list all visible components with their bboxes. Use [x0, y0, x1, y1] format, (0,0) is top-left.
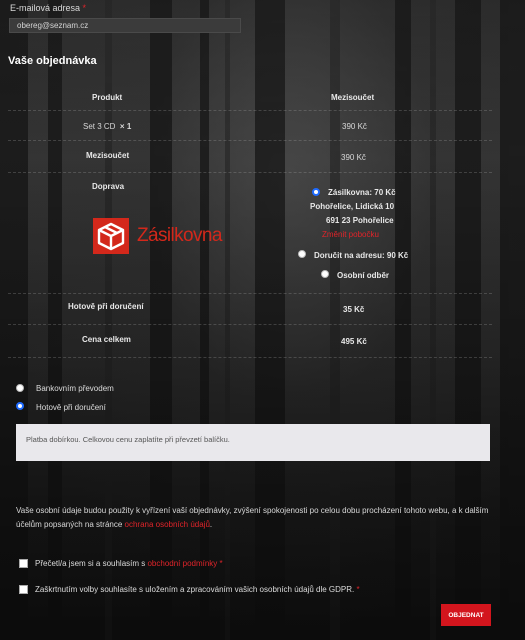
table-divider: [8, 110, 492, 111]
zasilkovna-logo-text: Zásilkovna: [137, 225, 222, 246]
privacy-policy-link[interactable]: ochrana osobních údajů: [125, 520, 210, 529]
payment-option-radio[interactable]: [16, 384, 24, 392]
table-divider: [8, 357, 492, 358]
table-divider: [8, 172, 492, 173]
shipping-option-radio[interactable]: [298, 250, 306, 258]
change-branch-link[interactable]: Změnit pobočku: [322, 230, 379, 239]
shipping-option-radio[interactable]: [312, 188, 320, 196]
table-divider: [8, 140, 492, 141]
checkout-page: E-mailová adresa * Vaše objednávka Produ…: [0, 0, 525, 640]
pickup-address-line1: Pohořelice, Lidická 10: [310, 202, 395, 211]
shipping-option-label[interactable]: Osobní odběr: [337, 271, 389, 280]
gdpr-checkbox[interactable]: [19, 585, 28, 594]
payment-option-label[interactable]: Hotově při doručení: [36, 403, 106, 412]
gdpr-label: Zaškrtnutím volby souhlasíte s uložením …: [35, 585, 360, 594]
required-mark: *: [82, 3, 87, 13]
shipping-option-label[interactable]: Zásilkovna: 70 Kč: [328, 188, 396, 197]
payment-option-label[interactable]: Bankovním převodem: [36, 384, 114, 393]
total-label: Cena celkem: [82, 335, 131, 344]
column-header-subtotal: Mezisoučet: [331, 93, 375, 102]
terms-checkbox[interactable]: [19, 559, 28, 568]
terms-label: Přečetl/a jsem si a souhlasím s obchodní…: [35, 559, 223, 568]
payment-option-radio[interactable]: [16, 402, 24, 410]
cod-fee-value: 35 Kč: [343, 305, 365, 314]
order-title: Vaše objednávka: [8, 55, 97, 67]
zasilkovna-logo: [93, 218, 129, 254]
table-divider: [8, 293, 492, 294]
item-qty: × 1: [119, 122, 132, 131]
place-order-button[interactable]: OBJEDNAT: [441, 604, 491, 626]
required-mark: *: [356, 585, 360, 594]
email-label: E-mailová adresa *: [10, 3, 87, 13]
column-header-product: Produkt: [92, 93, 123, 102]
privacy-notice: Vaše osobní údaje budou použity k vyříze…: [16, 506, 489, 529]
payment-description: Platba dobírkou. Celkovou cenu zaplatíte…: [16, 424, 490, 461]
shipping-label: Doprava: [92, 182, 125, 191]
cod-fee-label: Hotově při doručení: [68, 302, 144, 311]
pickup-address-line2: 691 23 Pohořelice: [326, 216, 394, 225]
total-value: 495 Kč: [341, 337, 367, 346]
subtotal-label: Mezisoučet: [86, 151, 130, 160]
item-price: 390 Kč: [342, 122, 367, 131]
table-divider: [8, 324, 492, 325]
shipping-option-label[interactable]: Doručit na adresu: 90 Kč: [314, 251, 408, 260]
subtotal-value: 390 Kč: [341, 153, 366, 162]
required-mark: *: [219, 559, 223, 568]
terms-link[interactable]: obchodní podmínky: [147, 559, 217, 568]
item-name: Set 3 CD × 1: [83, 122, 132, 131]
email-field[interactable]: [9, 18, 241, 33]
shipping-option-radio[interactable]: [321, 270, 329, 278]
package-icon: [97, 222, 125, 251]
